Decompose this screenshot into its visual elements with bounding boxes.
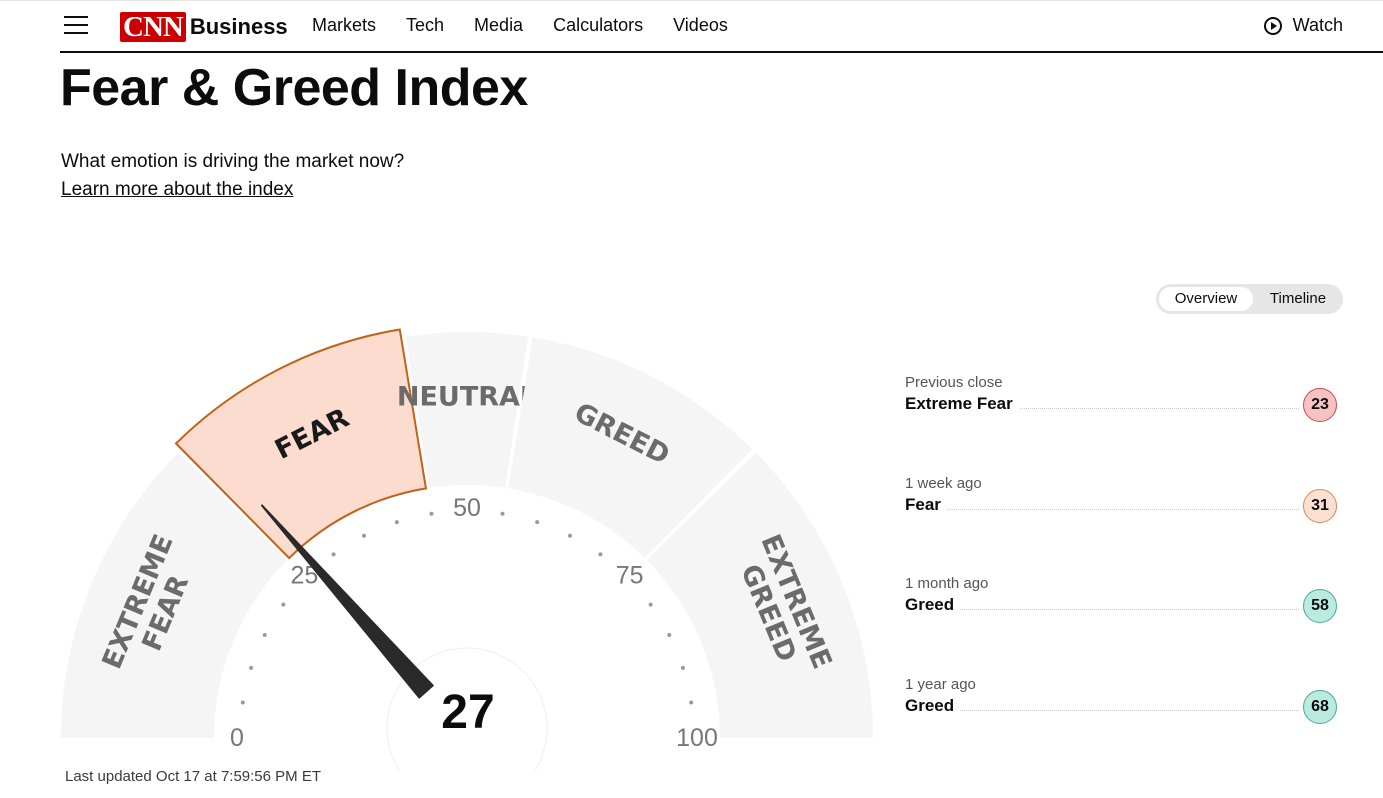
tick-dot [429,511,434,516]
business-logo-text: Business [189,14,288,39]
view-toggle: Overview Timeline [1156,284,1343,314]
history-item-1-month: 1 month ago Greed 58 [905,575,1339,676]
page-subtitle: What emotion is driving the market now? [61,151,405,172]
header-divider [60,51,1383,53]
nav-markets[interactable]: Markets [312,15,376,36]
tick-dot [500,511,505,516]
learn-more-link[interactable]: Learn more about the index [61,179,293,201]
tick-dot [331,552,336,557]
tick-dot [249,665,254,670]
tick-label-50: 50 [453,494,481,522]
history-when: Previous close [905,374,1003,391]
tick-dot [394,520,399,525]
site-header: CNN Business Markets Tech Media Calculat… [0,0,1383,53]
tick-dot [667,632,672,637]
hamburger-menu-icon[interactable] [64,15,88,35]
segment-label-neutral: NEUTRAL [397,382,537,413]
last-updated: Last updated Oct 17 at 7:59:56 PM ET [65,768,321,785]
history-when: 1 year ago [905,675,976,693]
history-item-previous-close: Previous close Extreme Fear 23 [905,374,1339,475]
leader-dots [905,609,1299,610]
tick-label-0: 0 [230,724,244,752]
tick-dot [680,665,685,670]
leader-dots [905,709,1299,711]
gauge-needle [260,504,434,699]
tab-overview[interactable]: Overview [1159,287,1253,311]
nav-tech[interactable]: Tech [406,15,444,36]
history-label: Greed [905,595,961,614]
tick-dot [568,533,573,538]
history-badge: 23 [1303,388,1337,422]
history-item-1-year: 1 year ago Greed 68 [905,676,1339,777]
history-label: Greed [905,695,961,715]
tick-dot [648,602,653,607]
history-when: 1 week ago [905,474,982,492]
tick-dot [689,700,694,705]
gauge-value: 27 [441,686,495,739]
nav-calculators[interactable]: Calculators [553,15,643,36]
tick-dot [262,632,267,637]
history-label: Fear [905,494,947,514]
nav-videos[interactable]: Videos [673,15,728,36]
tick-dot [240,700,245,705]
history-label: Extreme Fear [905,394,1019,413]
tick-label-75: 75 [616,561,644,589]
cnn-business-logo[interactable]: CNN Business [120,11,288,43]
history-list: Previous close Extreme Fear 23 1 week ag… [905,374,1339,776]
history-badge: 68 [1303,689,1337,724]
history-badge: 31 [1303,488,1337,523]
watch-label: Watch [1292,15,1343,35]
nav-media[interactable]: Media [474,15,523,36]
tick-dot [361,533,366,538]
page-title: Fear & Greed Index [60,59,528,117]
tick-dot [535,520,540,525]
tick-label-100: 100 [676,724,718,752]
tab-timeline[interactable]: Timeline [1256,287,1340,311]
history-when: 1 month ago [905,575,989,592]
play-circle-icon [1263,16,1282,35]
watch-button[interactable]: Watch [1263,15,1343,36]
tick-dot [598,552,603,557]
tick-dot [281,602,286,607]
history-item-1-week: 1 week ago Fear 31 [905,475,1339,576]
main-nav: Markets Tech Media Calculators Videos [312,15,758,36]
history-badge: 58 [1303,589,1337,623]
cnn-logo-mark: CNN [120,12,186,42]
leader-dots [905,508,1299,510]
